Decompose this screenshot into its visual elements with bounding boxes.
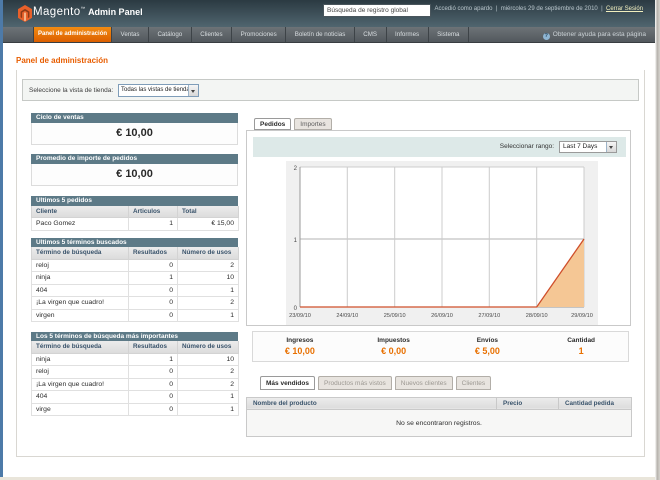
- svg-text:1: 1: [294, 238, 298, 244]
- svg-text:28/09/10: 28/09/10: [526, 313, 548, 319]
- svg-text:23/09/10: 23/09/10: [289, 313, 311, 319]
- svg-text:29/09/10: 29/09/10: [571, 313, 593, 319]
- svg-text:25/09/10: 25/09/10: [384, 313, 406, 319]
- svg-text:27/09/10: 27/09/10: [478, 313, 500, 319]
- svg-text:0: 0: [294, 306, 298, 312]
- svg-text:26/09/10: 26/09/10: [431, 313, 453, 319]
- svg-text:24/09/10: 24/09/10: [336, 313, 358, 319]
- svg-text:2: 2: [294, 166, 298, 172]
